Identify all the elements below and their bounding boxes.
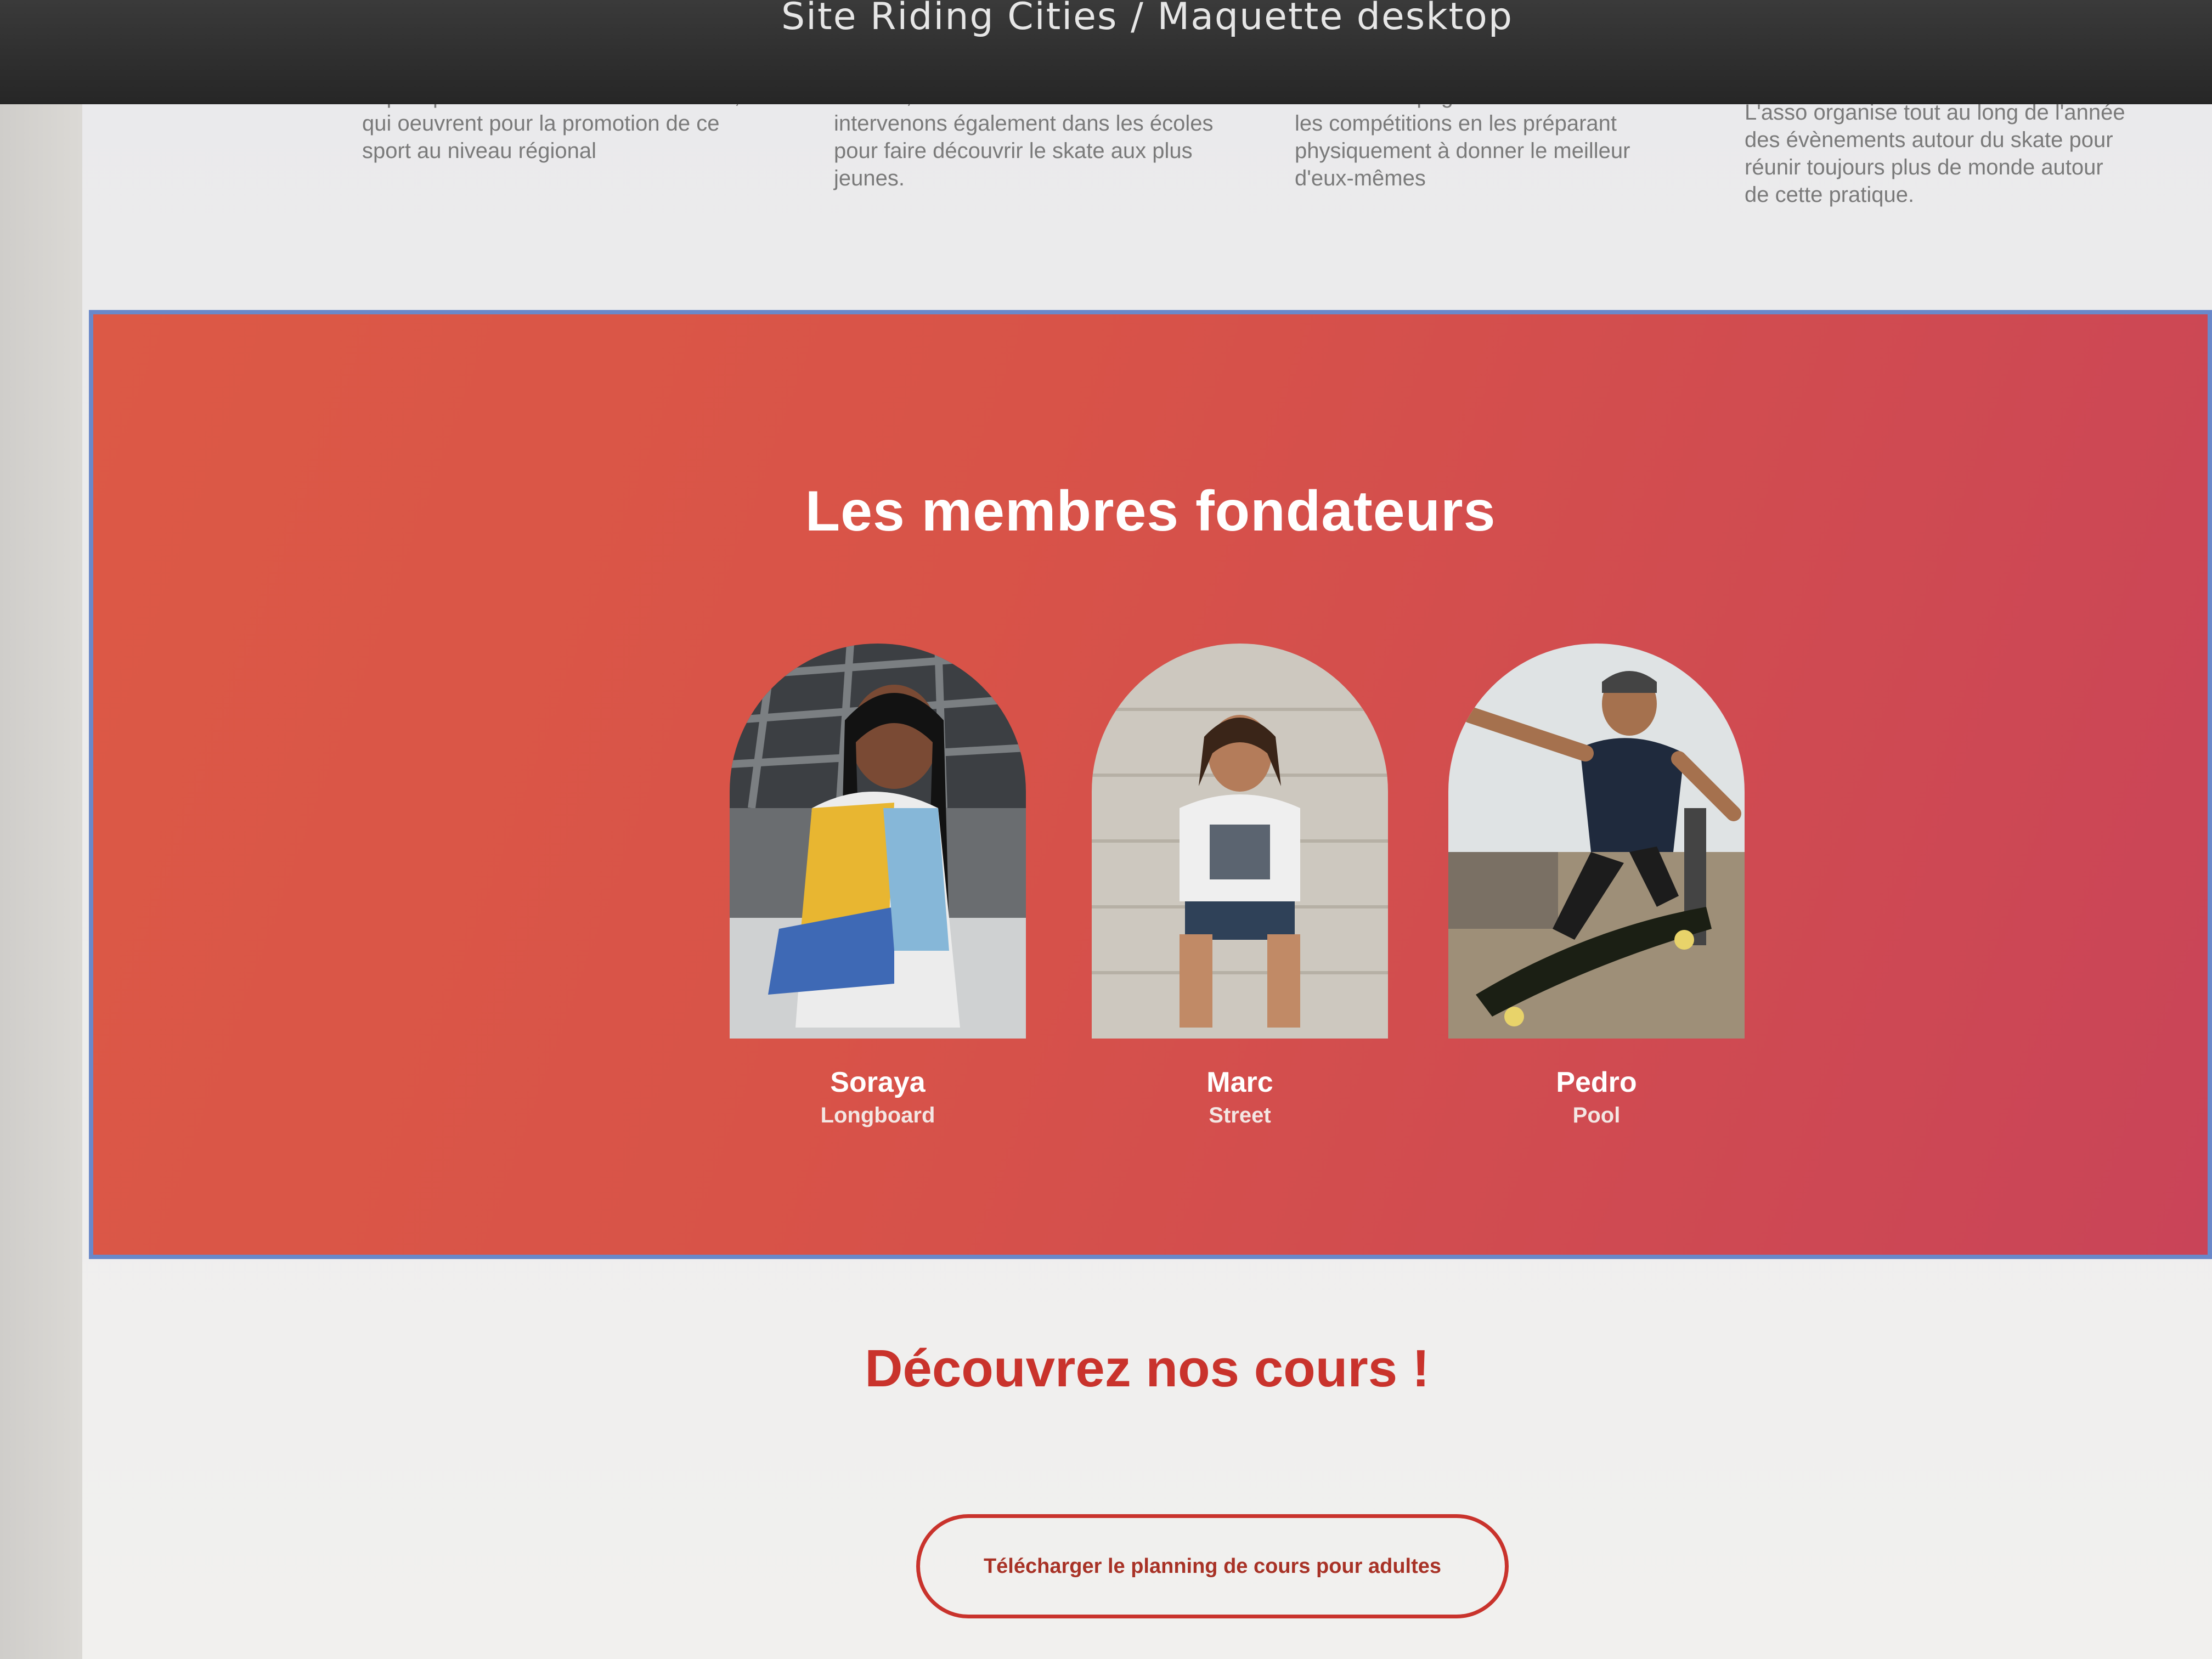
desk-background: [0, 0, 88, 1659]
skater-portrait-image: [730, 644, 1026, 1039]
member-card-pedro: Pedro Pool: [1448, 644, 1745, 1128]
founders-section: Les membres fondateurs Soraya Longboard …: [89, 310, 2212, 1259]
founders-title: Les membres fondateurs: [805, 479, 1496, 543]
member-card-soraya: Soraya Longboard: [730, 644, 1026, 1128]
member-photo-soraya: [730, 644, 1026, 1039]
skater-portrait-image: [1092, 644, 1388, 1039]
member-photo-pedro: [1448, 644, 1745, 1039]
skater-action-image: [1448, 644, 1745, 1039]
service-description-4: L'asso organise tout au long de l'année …: [1745, 100, 2125, 207]
courses-title: Découvrez nos cours !: [865, 1339, 1430, 1398]
member-discipline: Street: [1209, 1103, 1271, 1127]
member-name: Pedro: [1556, 1066, 1637, 1098]
window-title: Site Riding Cities / Maquette desktop: [781, 0, 1514, 38]
member-card-marc: Marc Street: [1092, 644, 1388, 1128]
member-discipline: Longboard: [820, 1103, 935, 1127]
member-photo-marc: [1092, 644, 1388, 1039]
member-name: Marc: [1206, 1066, 1273, 1098]
download-adult-schedule-button[interactable]: Télécharger le planning de cours pour ad…: [916, 1514, 1509, 1618]
member-discipline: Pool: [1572, 1103, 1621, 1127]
page-canvas: L'association est passionnée de glisse, …: [82, 22, 2212, 1659]
member-name: Soraya: [830, 1066, 926, 1098]
window-titlebar: Site Riding Cities / Maquette desktop: [0, 0, 2212, 104]
